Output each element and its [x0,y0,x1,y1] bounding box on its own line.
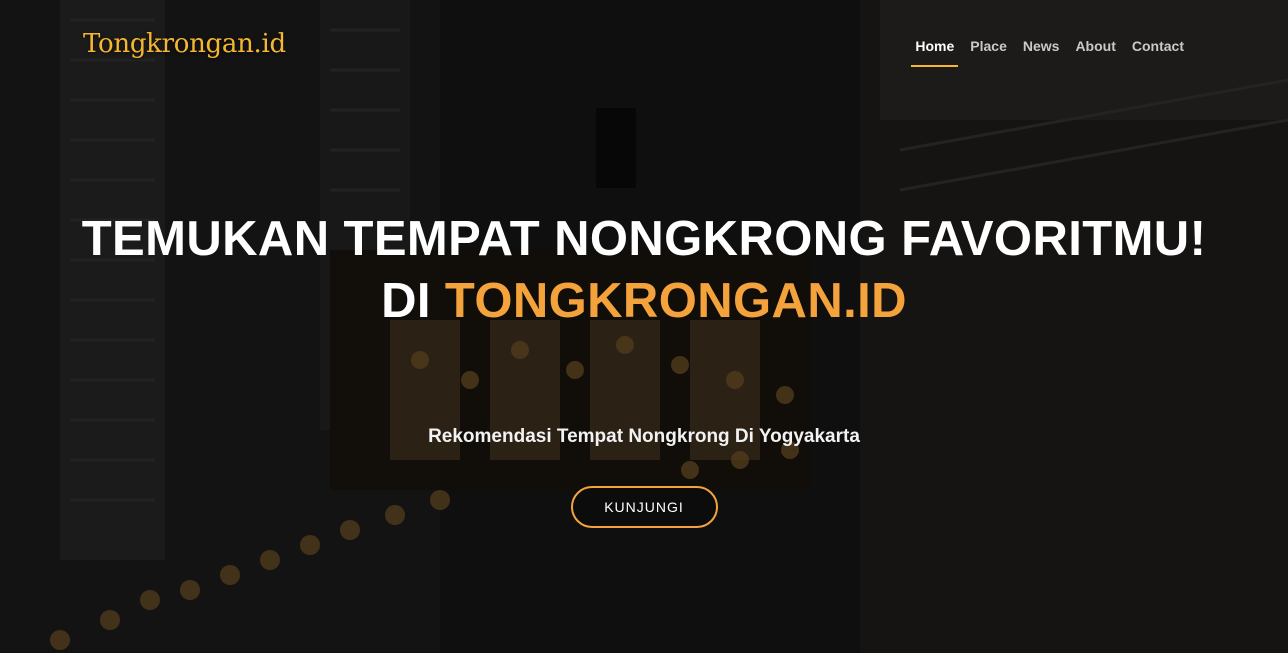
nav-item-place[interactable]: Place [962,36,1015,68]
brand-logo[interactable]: Tongkrongan.id [83,29,286,59]
hero-subtitle: Rekomendasi Tempat Nongkrong Di Yogyakar… [428,426,860,447]
headline-line-1: TEMUKAN TEMPAT NONGKRONG FAVORITMU! [81,212,1207,266]
main-nav: Home Place News About Contact [907,36,1192,68]
hero-content: TEMUKAN TEMPAT NONGKRONG FAVORITMU! DI T… [0,208,1288,528]
kunjungi-button[interactable]: KUNJUNGI [570,486,718,528]
nav-item-news[interactable]: News [1015,36,1068,68]
headline-line-2-prefix: DI [381,274,445,328]
nav-item-contact[interactable]: Contact [1124,36,1192,68]
navbar: Tongkrongan.id Home Place News About Con… [0,0,1288,90]
hero-section: Tongkrongan.id Home Place News About Con… [0,0,1288,653]
nav-item-home[interactable]: Home [907,36,962,68]
headline-line-2-accent: TONGKRONGAN.ID [444,274,907,328]
hero-headline: TEMUKAN TEMPAT NONGKRONG FAVORITMU! DI T… [0,208,1288,332]
nav-item-about[interactable]: About [1067,36,1123,68]
